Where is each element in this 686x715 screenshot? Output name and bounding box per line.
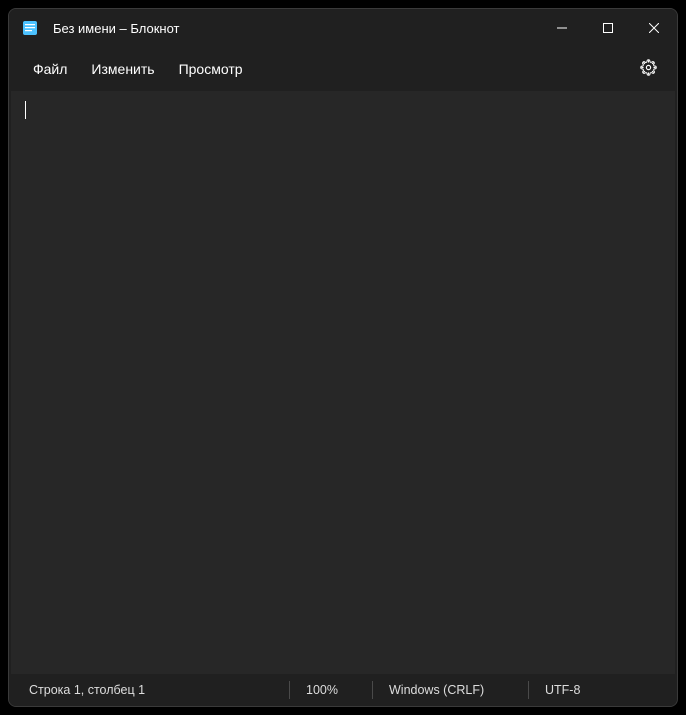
minimize-button[interactable] [539, 9, 585, 47]
gear-icon [640, 59, 657, 79]
text-editor[interactable] [11, 91, 675, 674]
status-position: Строка 1, столбец 1 [9, 674, 289, 706]
status-line-ending: Windows (CRLF) [373, 674, 528, 706]
notepad-icon [21, 19, 39, 37]
close-button[interactable] [631, 9, 677, 47]
menu-file[interactable]: Файл [21, 55, 79, 83]
status-encoding: UTF-8 [529, 674, 677, 706]
status-zoom[interactable]: 100% [290, 674, 372, 706]
window-title: Без имени – Блокнот [53, 21, 539, 36]
notepad-window: Без имени – Блокнот Файл Изменить Просмо… [8, 8, 678, 707]
settings-button[interactable] [631, 52, 665, 86]
text-cursor [25, 101, 26, 119]
menubar: Файл Изменить Просмотр [9, 47, 677, 91]
menu-edit[interactable]: Изменить [79, 55, 166, 83]
maximize-button[interactable] [585, 9, 631, 47]
titlebar[interactable]: Без имени – Блокнот [9, 9, 677, 47]
window-controls [539, 9, 677, 47]
statusbar: Строка 1, столбец 1 100% Windows (CRLF) … [9, 674, 677, 706]
menu-view[interactable]: Просмотр [167, 55, 255, 83]
